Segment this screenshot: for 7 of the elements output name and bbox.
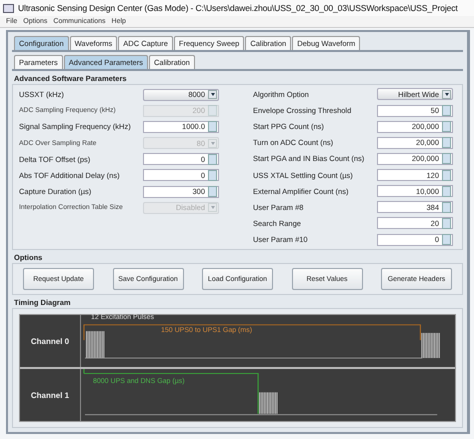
window-title: Ultrasonic Sensing Design Center (Gas Mode) - C:\Users\dawei.zhou\USS_02_30_00_03\USSWorkspace\USS_Project: [18, 3, 458, 13]
channel-label: Channel 0: [20, 315, 81, 367]
pulse-train-drawing: [86, 331, 104, 358]
pulse-train-drawing: [421, 332, 440, 358]
pulse-train-drawing: [259, 392, 278, 414]
channel-label: Channel 1: [20, 369, 81, 421]
app-icon: [3, 4, 14, 12]
